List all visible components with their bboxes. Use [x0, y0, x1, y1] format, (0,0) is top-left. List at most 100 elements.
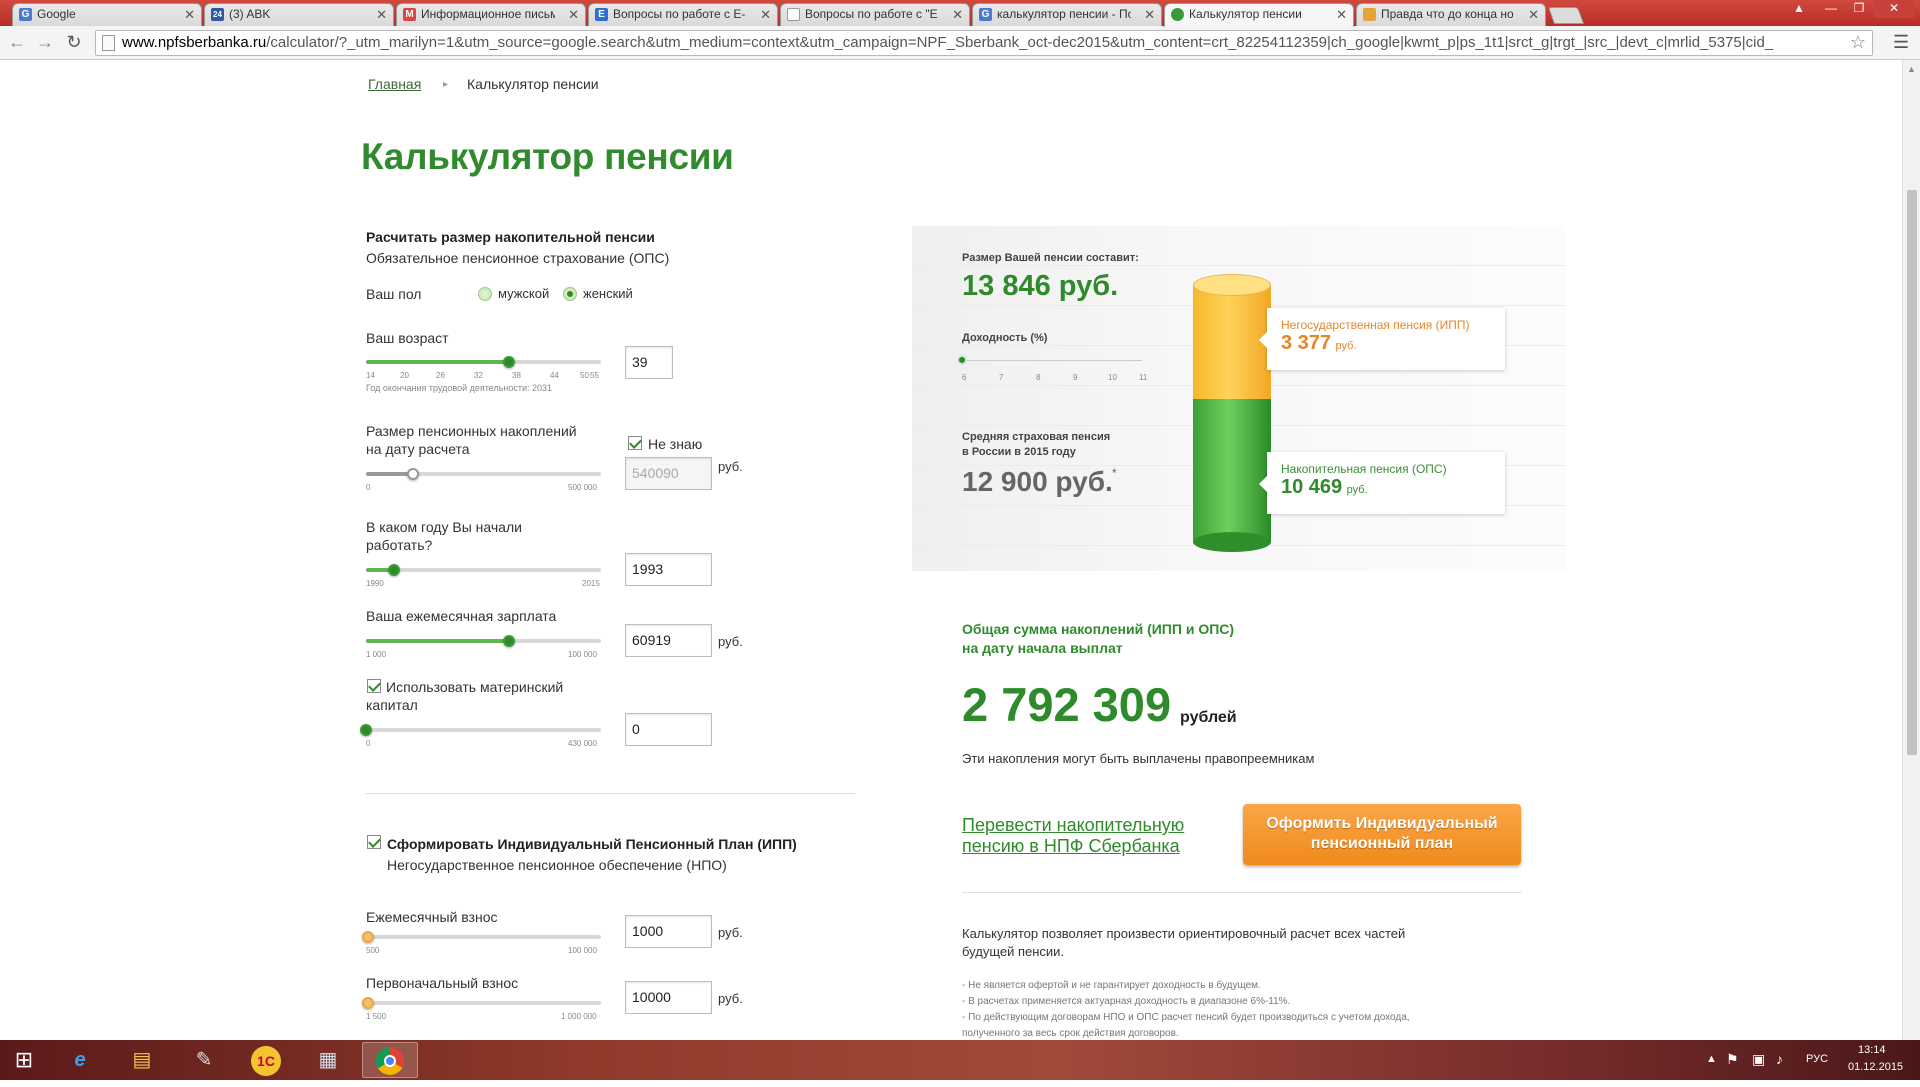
salary-max: 100 000 — [568, 650, 597, 659]
monthly-max: 100 000 — [568, 946, 597, 955]
tab-abk[interactable]: 24 (3) ABK ✕ — [204, 3, 394, 26]
close-icon[interactable]: ✕ — [760, 4, 771, 25]
transfer-link-line1[interactable]: Перевести накопительную — [962, 815, 1184, 835]
salary-min: 1 000 — [366, 650, 387, 659]
flag-icon[interactable]: ⚑ — [1726, 1051, 1739, 1068]
tab-mail[interactable]: M Информационное письм ✕ — [396, 3, 586, 26]
initial-min: 1 500 — [366, 1012, 387, 1021]
start-year-input[interactable]: 1993 — [625, 553, 712, 586]
ipp-unit: руб. — [1335, 340, 1357, 352]
avg-pension-label-line2: в России в 2015 году — [962, 446, 1076, 458]
maternity-slider[interactable] — [360, 724, 601, 736]
dont-know-checkbox[interactable] — [628, 436, 642, 450]
1c-app-icon[interactable]: 1С — [238, 1042, 294, 1078]
age-slider-handle[interactable] — [503, 356, 516, 368]
reload-icon[interactable]: ↻ — [63, 31, 85, 53]
savings-slider-handle[interactable] — [407, 468, 419, 480]
salary-slider-handle[interactable] — [503, 635, 516, 647]
maternity-capital-checkbox[interactable] — [367, 679, 381, 693]
back-icon[interactable]: ← — [6, 31, 28, 53]
tab-google[interactable]: G Google ✕ — [12, 3, 202, 26]
forward-icon[interactable]: → — [34, 31, 56, 53]
scrollbar-thumb[interactable] — [1907, 190, 1917, 755]
maternity-label-line1[interactable]: Использовать материнский — [386, 678, 563, 696]
volume-icon[interactable]: ♪ — [1776, 1051, 1783, 1067]
yield-label: Доходность (%) — [962, 332, 1048, 344]
tab-calculator[interactable]: Калькулятор пенсии ✕ — [1164, 3, 1354, 27]
total-label-line2: на дату начала выплат — [962, 640, 1123, 656]
yield-slider-handle[interactable] — [957, 355, 967, 365]
pension-value: 13 846 руб. — [962, 270, 1119, 302]
start-year-min: 1990 — [366, 579, 384, 588]
salary-slider[interactable] — [366, 635, 601, 647]
scroll-up-icon[interactable]: ▲ — [1907, 64, 1916, 74]
tab-pravda[interactable]: Правда что до конца но ✕ — [1356, 3, 1546, 26]
keyboard-language[interactable]: РУС — [1806, 1053, 1828, 1065]
ipp-heading[interactable]: Сформировать Индивидуальный Пенсионный П… — [387, 835, 797, 853]
transfer-pension-link[interactable]: Перевести накопительную пенсию в НПФ Сбер… — [962, 815, 1184, 857]
start-year-slider-handle[interactable] — [388, 564, 401, 576]
close-icon[interactable]: ✕ — [1528, 4, 1539, 25]
chrome-icon[interactable] — [362, 1042, 418, 1078]
close-window-button[interactable]: ✕ — [1874, 0, 1914, 18]
network-icon[interactable]: ▣ — [1752, 1051, 1765, 1068]
tab-title: Информационное письм — [421, 7, 555, 21]
browser-toolbar: ← → ↻ www.npfsberbanka.ru/calculator/?_u… — [0, 26, 1920, 60]
gender-female-label[interactable]: женский — [583, 285, 633, 303]
monthly-contribution-slider[interactable] — [362, 931, 601, 943]
url-text[interactable]: www.npfsberbanka.ru/calculator/?_utm_mar… — [122, 31, 1842, 55]
yield-slider[interactable] — [957, 355, 1142, 365]
vertical-scrollbar[interactable]: ▲ — [1902, 60, 1920, 1040]
savings-slider[interactable] — [366, 468, 601, 480]
initial-contribution-slider[interactable] — [362, 997, 601, 1009]
e-icon: E — [595, 8, 608, 21]
google-icon: G — [19, 8, 32, 21]
monthly-slider-handle[interactable] — [362, 931, 375, 943]
new-tab-button[interactable] — [1547, 7, 1585, 24]
start-year-slider[interactable] — [366, 564, 601, 576]
maternity-label-line2[interactable]: капитал — [366, 696, 418, 714]
ipp-amount: 3 377 — [1281, 332, 1332, 354]
salary-input[interactable]: 60919 — [625, 624, 712, 657]
tab-search[interactable]: G калькулятор пенсии - По ✕ — [972, 3, 1162, 26]
tab-questions-1[interactable]: E Вопросы по работе с Е- ✕ — [588, 3, 778, 26]
clock-time[interactable]: 13:14 — [1858, 1044, 1886, 1056]
monthly-contribution-input[interactable]: 1000 — [625, 915, 712, 948]
tray-expand-icon[interactable]: ▲ — [1706, 1053, 1717, 1065]
close-icon[interactable]: ✕ — [568, 4, 579, 25]
savings-input[interactable]: 540090 — [625, 457, 712, 490]
address-bar[interactable]: www.npfsberbanka.ru/calculator/?_utm_mar… — [95, 30, 1873, 56]
notepad-icon[interactable]: ✎ — [176, 1042, 232, 1078]
menu-icon[interactable]: ☰ — [1893, 32, 1909, 53]
clock-date[interactable]: 01.12.2015 — [1848, 1061, 1903, 1073]
breadcrumb-home[interactable]: Главная — [368, 76, 421, 92]
close-icon[interactable]: ✕ — [952, 4, 963, 25]
user-icon[interactable]: ▲ — [1786, 0, 1812, 18]
age-input[interactable]: 39 — [625, 346, 673, 379]
close-icon[interactable]: ✕ — [1144, 4, 1155, 25]
windows-start-icon[interactable]: ⊞ — [0, 1042, 48, 1078]
maternity-input[interactable]: 0 — [625, 713, 712, 746]
gender-male-radio[interactable] — [478, 287, 492, 301]
minimize-button[interactable]: — — [1818, 0, 1844, 18]
file-explorer-icon[interactable]: ▤ — [114, 1042, 170, 1078]
initial-contribution-input[interactable]: 10000 — [625, 981, 712, 1014]
archive-app-icon[interactable]: ▦ — [300, 1042, 356, 1078]
gender-female-radio[interactable] — [563, 287, 577, 301]
close-icon[interactable]: ✕ — [1336, 4, 1347, 25]
dont-know-label[interactable]: Не знаю — [648, 435, 702, 453]
transfer-link-line2[interactable]: пенсию в НПФ Сбербанка — [962, 836, 1180, 856]
internet-explorer-icon[interactable]: e — [52, 1042, 108, 1078]
ops-unit: руб. — [1346, 484, 1368, 496]
ipp-checkbox[interactable] — [367, 835, 381, 849]
restore-button[interactable]: ❐ — [1846, 0, 1872, 18]
star-icon[interactable]: ☆ — [1850, 32, 1866, 53]
tab-questions-2[interactable]: Вопросы по работе с "E ✕ — [780, 3, 970, 26]
initial-slider-handle[interactable] — [362, 997, 375, 1009]
gender-male-label[interactable]: мужской — [498, 285, 549, 303]
age-slider[interactable] — [366, 356, 601, 368]
close-icon[interactable]: ✕ — [184, 4, 195, 25]
create-ipp-button[interactable]: Оформить Индивидуальный пенсионный план — [1243, 804, 1521, 865]
close-icon[interactable]: ✕ — [376, 4, 387, 25]
maternity-slider-handle[interactable] — [360, 724, 372, 736]
